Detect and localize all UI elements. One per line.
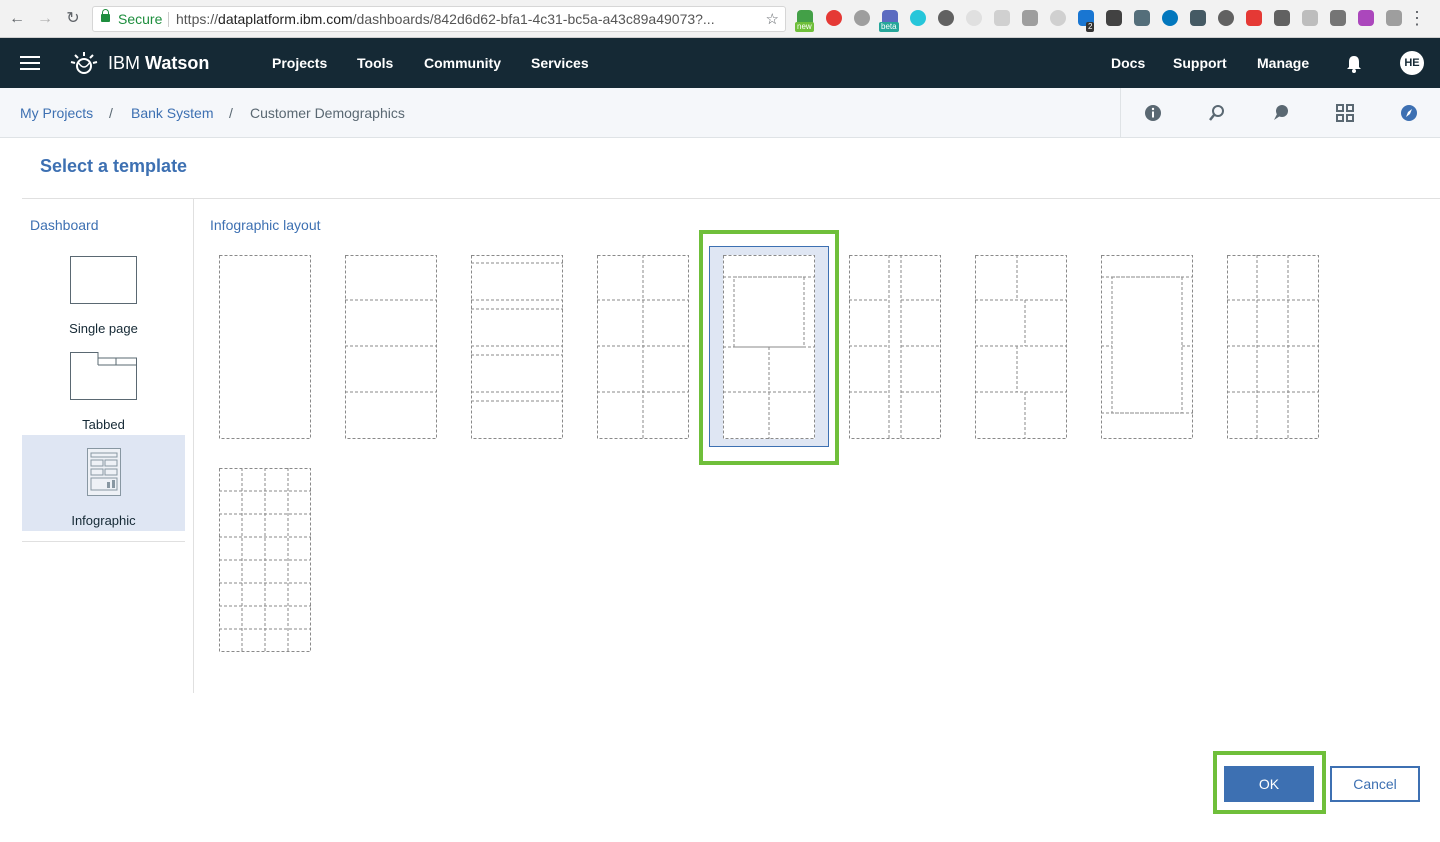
back-arrow-icon[interactable]: ← <box>6 8 28 30</box>
extension-icon[interactable] <box>994 10 1010 26</box>
toolbar-divider <box>1120 88 1121 138</box>
bookmark-star-icon[interactable]: ☆ <box>766 10 779 28</box>
template-9[interactable] <box>1227 255 1319 439</box>
nav-docs[interactable]: Docs <box>1111 55 1145 71</box>
option-single-page[interactable]: Single page <box>22 245 185 341</box>
brand-light: IBM <box>108 53 146 73</box>
extension-icon[interactable] <box>1218 10 1234 26</box>
extension-icon[interactable] <box>1162 10 1178 26</box>
lock-icon <box>101 9 110 22</box>
extension-icon[interactable] <box>1302 10 1318 26</box>
extension-icon[interactable] <box>1190 10 1206 26</box>
template-9-preview <box>1227 255 1319 439</box>
option-label: Single page <box>69 321 138 336</box>
url-scheme: https:// <box>176 11 219 27</box>
brand-name[interactable]: IBM Watson <box>108 53 209 74</box>
breadcrumb-separator: / <box>109 105 113 121</box>
top-nav: IBM Watson Projects Tools Community Serv… <box>0 38 1440 88</box>
cancel-button[interactable]: Cancel <box>1330 766 1420 802</box>
template-1[interactable] <box>219 255 311 439</box>
extension-icon[interactable] <box>966 10 982 26</box>
sidebar-heading: Dashboard <box>30 217 99 233</box>
option-infographic[interactable]: Infographic <box>22 435 185 531</box>
extension-icon[interactable] <box>826 10 842 26</box>
extension-icon[interactable] <box>1022 10 1038 26</box>
template-4[interactable] <box>597 255 689 439</box>
browser-toolbar: ← → ↻ Secure https://dataplatform.ibm.co… <box>0 0 1440 38</box>
extension-icon[interactable] <box>1358 10 1374 26</box>
template-8[interactable] <box>1101 255 1193 439</box>
template-7-preview <box>975 255 1067 439</box>
breadcrumb: My Projects / Bank System / Customer Dem… <box>0 88 1440 138</box>
browser-menu-icon[interactable]: ⋮ <box>1408 8 1426 29</box>
extension-icon[interactable] <box>1134 10 1150 26</box>
infographic-icon <box>87 448 121 496</box>
template-2[interactable] <box>345 255 437 439</box>
url-host: dataplatform.ibm.com <box>218 11 353 27</box>
url-path: /dashboards/842d6d62-bfa1-4c31-bc5a-a43c… <box>352 11 715 27</box>
option-label: Tabbed <box>82 417 125 432</box>
selected-template-highlight <box>699 230 839 465</box>
nav-tools[interactable]: Tools <box>357 55 393 71</box>
extension-icon[interactable] <box>938 10 954 26</box>
extension-icon[interactable] <box>1274 10 1290 26</box>
template-2-preview <box>345 255 437 439</box>
reload-icon[interactable]: ↻ <box>62 8 84 30</box>
option-tabbed[interactable]: Tabbed <box>22 342 185 438</box>
nav-community[interactable]: Community <box>424 55 501 71</box>
breadcrumb-current: Customer Demographics <box>250 105 405 121</box>
template-6[interactable] <box>849 255 941 439</box>
nav-projects[interactable]: Projects <box>272 55 327 71</box>
extension-icon[interactable] <box>1330 10 1346 26</box>
comment-icon[interactable] <box>1272 104 1290 122</box>
template-8-preview <box>1101 255 1193 439</box>
nav-services[interactable]: Services <box>531 55 589 71</box>
extension-badge: beta <box>879 22 899 32</box>
extension-badge: 2 <box>1086 22 1095 32</box>
layout-heading: Infographic layout <box>210 217 321 233</box>
extension-badge: new <box>795 22 814 32</box>
nav-support[interactable]: Support <box>1173 55 1227 71</box>
forward-arrow-icon[interactable]: → <box>34 8 56 30</box>
info-icon[interactable] <box>1144 104 1162 122</box>
tabbed-icon <box>70 352 137 400</box>
compass-icon[interactable] <box>1400 104 1418 122</box>
watson-logo-icon <box>70 52 98 74</box>
header-divider <box>22 198 1440 199</box>
template-4-preview <box>597 255 689 439</box>
page-title: Select a template <box>40 156 188 176</box>
template-10-preview <box>219 468 311 652</box>
widgets-grid-icon[interactable] <box>1336 104 1354 122</box>
template-1-preview <box>219 255 311 439</box>
extension-icon[interactable] <box>1386 10 1402 26</box>
template-3-preview <box>471 255 563 439</box>
extension-icon[interactable] <box>910 10 926 26</box>
breadcrumb-separator: / <box>229 105 233 121</box>
option-label: Infographic <box>71 513 136 528</box>
breadcrumb-bank-system[interactable]: Bank System <box>131 105 213 121</box>
secure-label: Secure <box>118 11 163 27</box>
breadcrumb-my-projects[interactable]: My Projects <box>20 105 93 121</box>
adblock-icon[interactable] <box>854 10 870 26</box>
sidebar-divider <box>193 199 194 693</box>
notification-bell-icon[interactable] <box>1346 55 1362 73</box>
address-bar[interactable]: Secure https://dataplatform.ibm.com/dash… <box>92 6 786 32</box>
nav-manage[interactable]: Manage <box>1257 55 1309 71</box>
brand-bold: Watson <box>145 53 210 73</box>
hamburger-menu-icon[interactable] <box>20 56 40 70</box>
url-text[interactable]: https://dataplatform.ibm.com/dashboards/… <box>176 11 756 27</box>
template-7[interactable] <box>975 255 1067 439</box>
extension-icon[interactable] <box>1106 10 1122 26</box>
extension-icon[interactable] <box>1246 10 1262 26</box>
ok-button[interactable]: OK <box>1224 766 1314 802</box>
template-6-preview <box>849 255 941 439</box>
extension-icon[interactable] <box>1050 10 1066 26</box>
search-data-icon[interactable] <box>1208 104 1226 122</box>
template-10[interactable] <box>219 468 311 652</box>
template-3[interactable] <box>471 255 563 439</box>
user-avatar[interactable]: HE <box>1400 51 1424 75</box>
address-separator <box>168 12 169 27</box>
option-divider <box>22 541 185 542</box>
single-page-icon <box>70 256 137 304</box>
